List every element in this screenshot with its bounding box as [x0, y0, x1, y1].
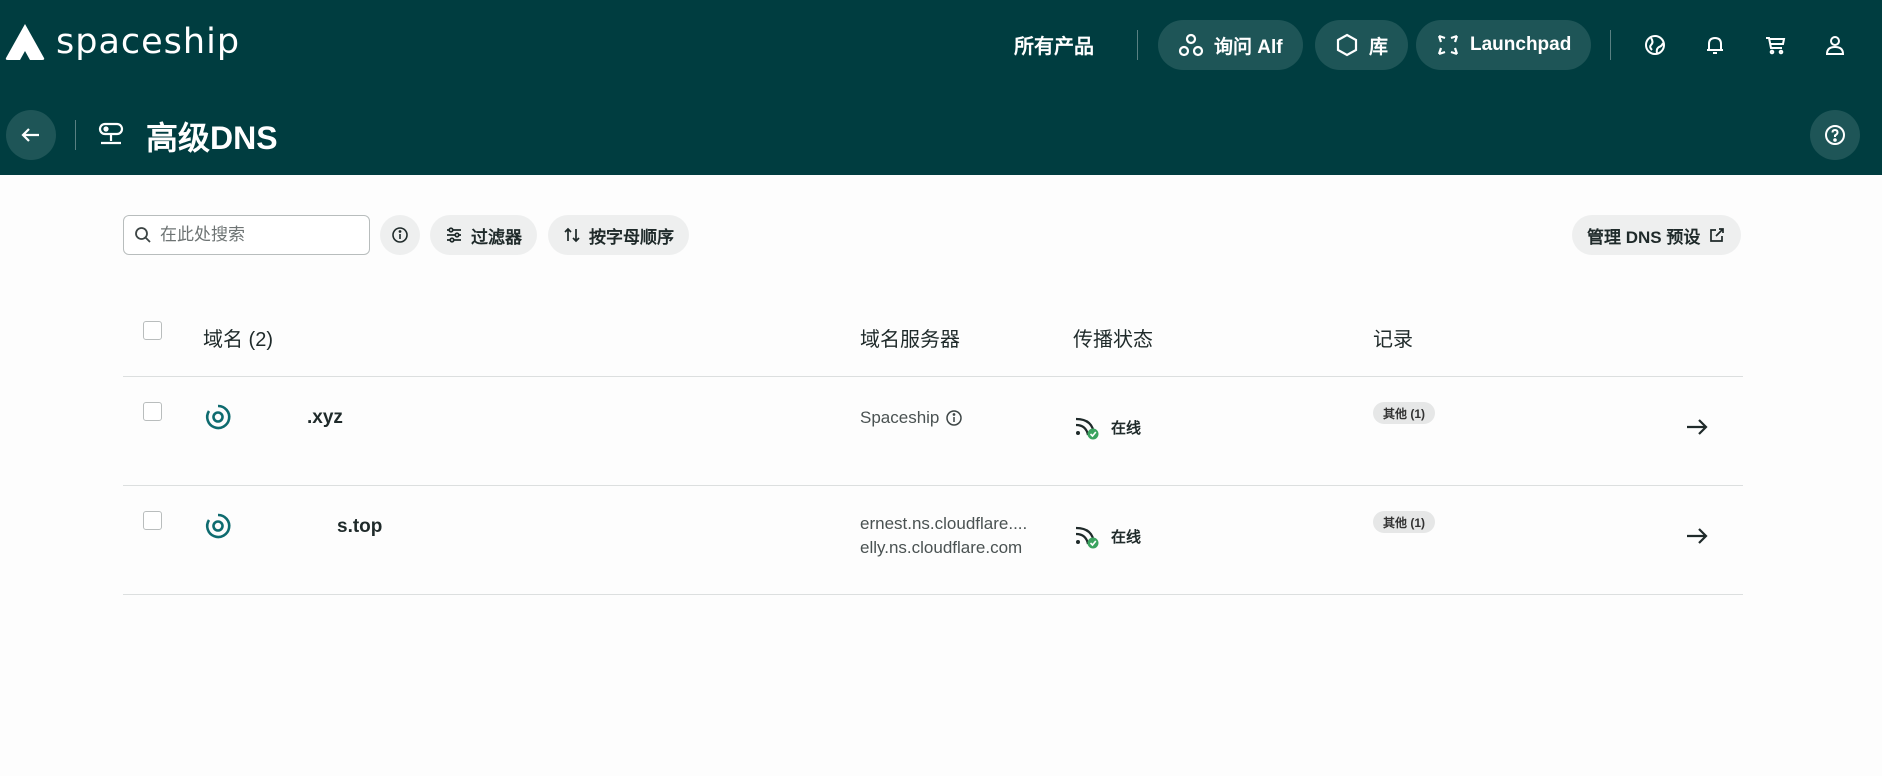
help-icon: [1825, 125, 1845, 145]
launchpad-button[interactable]: Launchpad: [1416, 20, 1592, 70]
header-divider-2: [1610, 30, 1611, 60]
ask-alf-button[interactable]: 询问 Alf: [1158, 20, 1303, 70]
library-label: 库: [1369, 36, 1389, 58]
nameserver-line-1: Spaceship: [860, 408, 940, 427]
nameservers-cell: Spaceship: [860, 406, 963, 430]
help-button[interactable]: [1810, 110, 1860, 160]
library-button[interactable]: 库: [1315, 20, 1409, 70]
header-divider: [1137, 30, 1138, 60]
info-button[interactable]: [380, 215, 420, 255]
cart-icon: [1766, 37, 1786, 55]
column-domain[interactable]: 域名 (2): [203, 323, 273, 352]
records-badge: 其他 (1): [1373, 511, 1436, 533]
column-nameservers: 域名服务器: [860, 329, 960, 351]
nameserver-line-1: ernest.ns.cloudflare....: [860, 514, 1028, 533]
filter-label: 过滤器: [471, 227, 522, 247]
title-divider: [75, 120, 76, 150]
status-label: 在线: [1111, 528, 1142, 546]
launchpad-icon: [1437, 34, 1459, 56]
signal-online-icon: [1075, 417, 1099, 440]
domain-name[interactable]: .xyz: [307, 407, 343, 429]
alf-icon: [1178, 33, 1204, 57]
info-icon: [392, 227, 408, 243]
search-input[interactable]: [160, 225, 350, 245]
domain-name[interactable]: s.top: [337, 516, 382, 538]
signal-online-icon: [1075, 526, 1099, 549]
sliders-icon: [447, 227, 461, 243]
column-propagation: 传播状态: [1073, 329, 1153, 351]
back-button[interactable]: [6, 110, 56, 160]
account-button[interactable]: [1818, 28, 1852, 62]
ask-alf-label: 询问 Alf: [1214, 36, 1283, 58]
row-checkbox[interactable]: [143, 402, 162, 421]
filter-button[interactable]: 过滤器: [430, 215, 537, 255]
domain-status-icon: [205, 513, 231, 539]
select-all-checkbox[interactable]: [143, 321, 162, 340]
info-icon[interactable]: [945, 409, 963, 427]
sort-label: 按字母顺序: [589, 227, 674, 247]
manage-presets-label: 管理 DNS 预设: [1587, 227, 1701, 247]
user-icon: [1825, 36, 1845, 55]
propagation-status: 在线: [1073, 413, 1141, 441]
row-divider: [123, 485, 1743, 486]
brand-logo[interactable]: spaceship: [4, 22, 240, 62]
column-records: 记录: [1373, 329, 1413, 351]
brand-name: spaceship: [56, 22, 241, 62]
language-button[interactable]: [1638, 28, 1672, 62]
external-link-icon: [1710, 228, 1725, 242]
sort-icon: [564, 227, 580, 243]
page-title: 高级DNS: [146, 120, 278, 156]
propagation-status: 在线: [1073, 522, 1141, 550]
globe-icon: [1645, 35, 1665, 55]
nav-all-products[interactable]: 所有产品: [1014, 30, 1094, 59]
row-checkbox[interactable]: [143, 511, 162, 530]
search-box[interactable]: [123, 215, 370, 255]
dns-icon: [96, 119, 126, 154]
cart-button[interactable]: [1758, 28, 1792, 62]
sort-button[interactable]: 按字母顺序: [548, 215, 689, 255]
arrow-right-icon[interactable]: [1684, 414, 1710, 440]
nameserver-line-2: elly.ns.cloudflare.com: [860, 538, 1023, 557]
launchpad-label: Launchpad: [1470, 34, 1572, 55]
notifications-button[interactable]: [1698, 28, 1732, 62]
nameservers-cell: ernest.ns.cloudflare.... elly.ns.cloudfl…: [860, 512, 1027, 560]
hexagon-icon: [1336, 33, 1358, 57]
header-divider-line: [123, 376, 1743, 377]
manage-dns-presets-button[interactable]: 管理 DNS 预设: [1572, 215, 1742, 255]
spaceship-logo-icon: [5, 24, 45, 60]
top-header: spaceship 所有产品 询问 Alf 库 Launchpad 高级DNS: [0, 0, 1882, 175]
records-badge: 其他 (1): [1373, 402, 1436, 424]
domain-status-icon: [205, 404, 231, 430]
bell-icon: [1707, 36, 1723, 54]
arrow-right-icon[interactable]: [1684, 523, 1710, 549]
row-divider: [123, 594, 1743, 595]
arrow-left-icon: [21, 128, 39, 142]
search-icon: [135, 227, 151, 243]
status-label: 在线: [1111, 419, 1142, 437]
